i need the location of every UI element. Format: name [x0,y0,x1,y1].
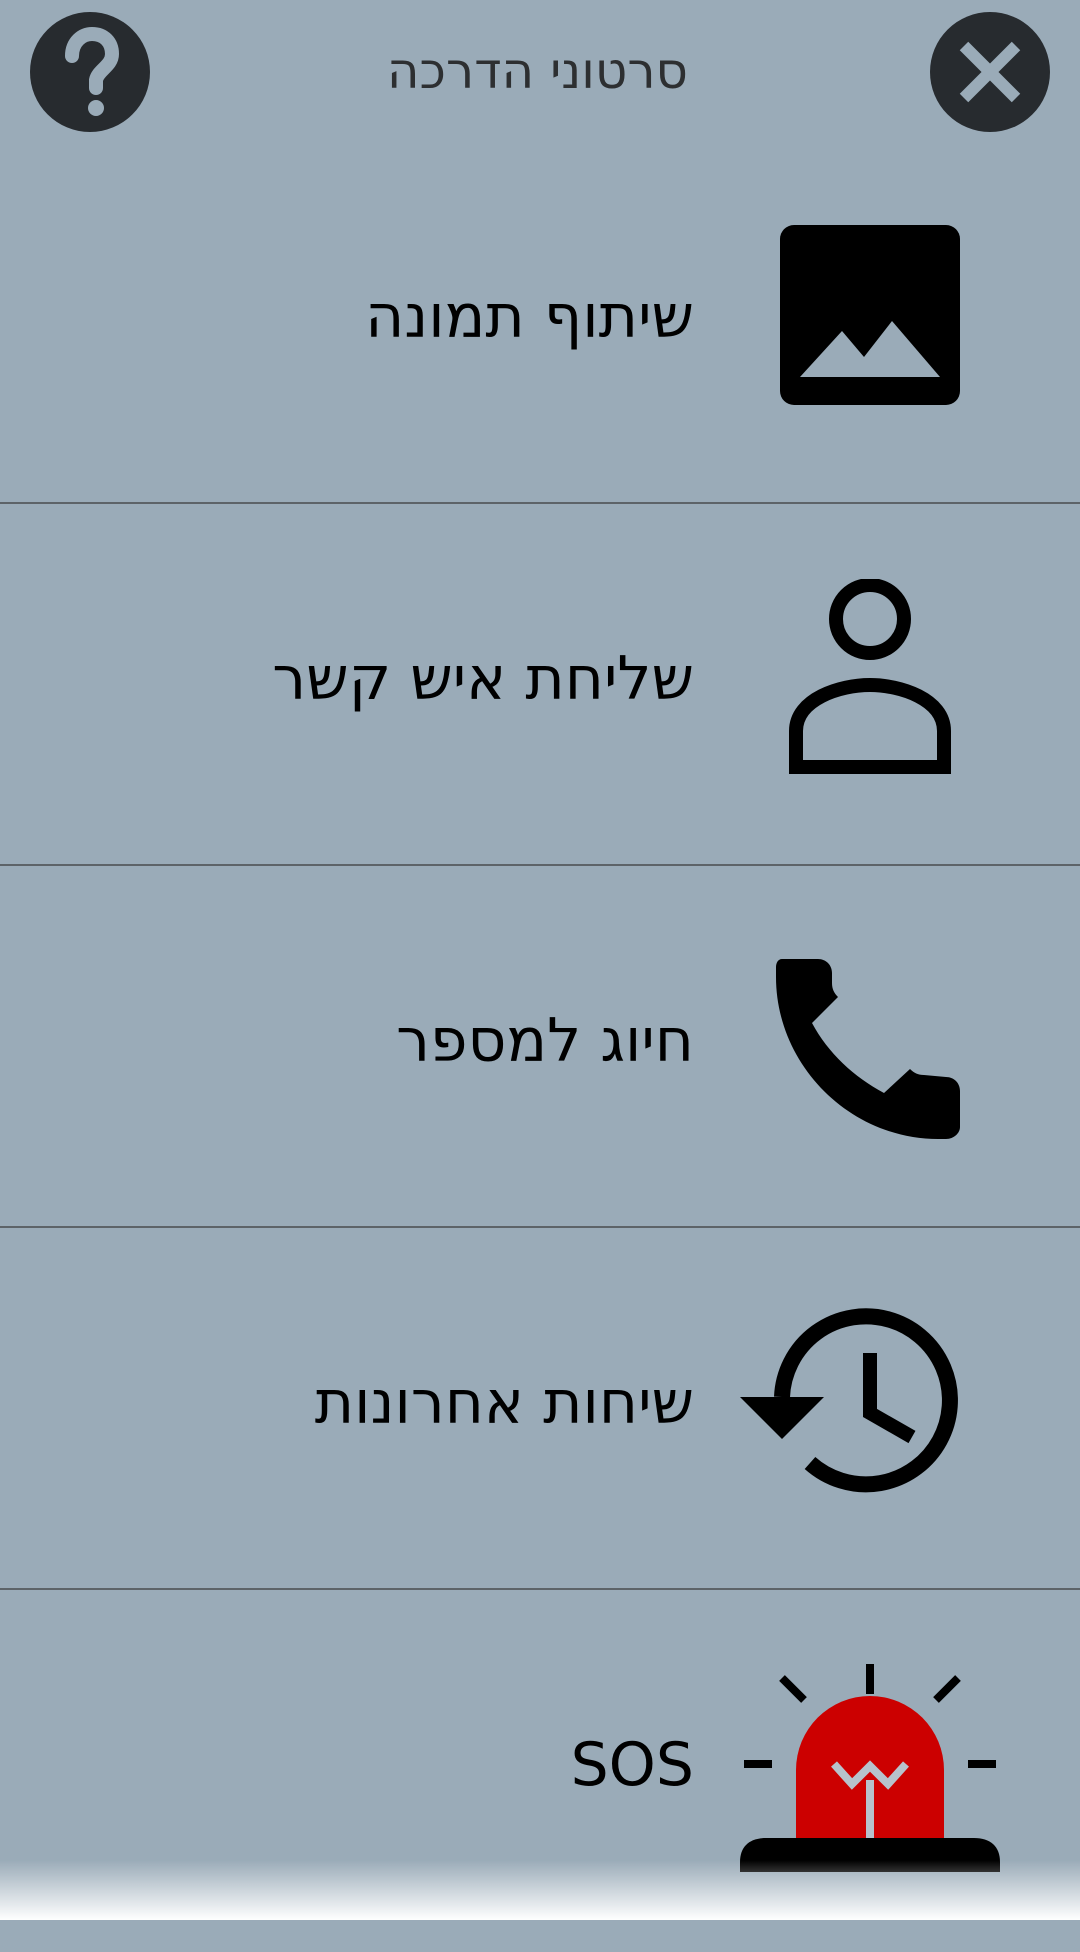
menu-item-label: חיוג למספר [396,1006,694,1076]
menu-item-recent-calls[interactable]: שיחות אחרונות [0,1228,1080,1590]
close-icon [959,41,1021,103]
menu-item-label: שיתוף תמונה [365,282,694,352]
menu-item-share-image[interactable]: שיתוף תמונה [0,142,1080,504]
question-mark-icon [65,26,120,116]
help-button[interactable] [30,12,150,132]
menu-item-label: SOS [570,1730,694,1800]
menu-item-sos[interactable]: SOS [0,1590,1080,1952]
header: סרטוני הדרכה [0,0,1080,150]
page-title: סרטוני הדרכה [386,42,688,100]
menu-item-label: שליחת איש קשר [272,644,694,714]
close-button[interactable] [930,12,1050,132]
image-icon [780,225,960,405]
menu-item-send-contact[interactable]: שליחת איש קשר [0,504,1080,866]
menu-item-label: שיחות אחרונות [314,1368,694,1438]
history-icon [740,1308,958,1493]
menu-item-dial-number[interactable]: חיוג למספר [0,866,1080,1228]
siren-icon [740,1664,1000,1872]
phone-icon [776,959,960,1139]
menu-list: שיתוף תמונה שליחת איש קשר חיוג למספר שיח… [0,142,1080,1952]
contact-icon [789,579,951,774]
